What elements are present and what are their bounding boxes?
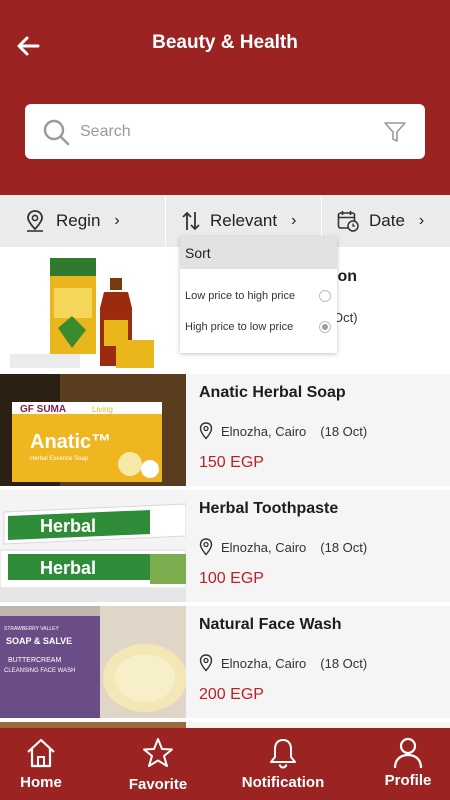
chevron-right-icon: › — [291, 212, 297, 229]
toothpaste-image: Herbal Herbal — [0, 490, 186, 602]
location-pin-icon — [199, 654, 213, 672]
star-icon — [143, 738, 173, 767]
calendar-clock-icon — [337, 211, 359, 232]
svg-text:STRAWBERRY VALLEY: STRAWBERRY VALLEY — [4, 626, 59, 632]
sort-filter-label: Relevant — [210, 211, 278, 230]
product-image: Herbal Herbal — [0, 490, 186, 602]
product-title: Anatic Herbal Soap — [199, 384, 346, 401]
home-icon — [27, 738, 55, 768]
nav-home[interactable]: Home — [0, 728, 96, 800]
sort-popup-title: Sort — [180, 237, 337, 269]
nav-favorite[interactable]: Favorite — [103, 728, 213, 800]
svg-text:Herbal Essence Soap: Herbal Essence Soap — [30, 456, 89, 462]
bell-icon — [270, 739, 296, 769]
product-location: Elnozha, Cairo — [221, 423, 307, 439]
search-bar — [25, 104, 425, 159]
svg-text:BUTTERCREAM: BUTTERCREAM — [8, 657, 61, 664]
svg-text:Herbal: Herbal — [40, 516, 96, 536]
product-price: 100 EGP — [199, 570, 264, 587]
chevron-right-icon: › — [418, 212, 425, 229]
product-title: Herbal Toothpaste — [199, 500, 339, 517]
date-filter-label: Date — [369, 211, 405, 230]
product-price: 200 EGP — [199, 686, 264, 703]
product-location: Elnozha, Cairo — [221, 539, 307, 555]
radio-button-selected[interactable] — [319, 321, 331, 333]
date-filter[interactable]: Date › — [337, 195, 424, 247]
face-wash-image: STRAWBERRY VALLEY SOAP & SALVE BUTTERCRE… — [0, 606, 186, 718]
svg-text:Living: Living — [92, 405, 113, 414]
product-price: 150 EGP — [199, 454, 264, 471]
search-input[interactable] — [80, 104, 370, 159]
nav-notification-label: Notification — [241, 774, 325, 791]
search-icon — [43, 119, 70, 146]
region-filter-label: Regin — [56, 211, 101, 230]
product-meta: Elnozha, Cairo (18 Oct) — [199, 654, 367, 672]
product-title: Natural Face Wash — [199, 616, 342, 633]
region-filter[interactable]: Regin › — [24, 195, 120, 247]
nav-home-label: Home — [20, 774, 62, 791]
product-date: (18 Oct) — [320, 539, 368, 555]
product-image — [0, 258, 186, 370]
map-pin-icon — [27, 210, 43, 232]
chevron-right-icon: › — [114, 212, 120, 229]
product-location: Elnozha, Cairo — [221, 655, 307, 671]
sort-option-high-low[interactable]: High price to low price — [180, 315, 337, 339]
product-card[interactable]: GF SUMA Living Anatic™ Herbal Essence So… — [0, 374, 450, 486]
sort-popup: Sort Low price to high price High price … — [180, 237, 337, 353]
product-image: STRAWBERRY VALLEY SOAP & SALVE BUTTERCRE… — [0, 606, 186, 718]
sort-arrows-icon — [182, 211, 200, 231]
page-title: Beauty & Health — [152, 32, 298, 53]
user-icon — [393, 737, 423, 769]
product-meta: Elnozha, Cairo (18 Oct) — [199, 538, 367, 556]
product-date: (18 Oct) — [320, 423, 368, 439]
bottom-nav: Home Favorite Notification Profile — [0, 728, 450, 800]
svg-text:Herbal: Herbal — [40, 558, 96, 578]
app-header: Beauty & Health — [0, 0, 450, 195]
radio-button[interactable] — [319, 290, 331, 302]
product-image: GF SUMA Living Anatic™ Herbal Essence So… — [0, 374, 186, 486]
nav-profile[interactable]: Profile — [353, 728, 450, 800]
svg-text:Anatic™: Anatic™ — [30, 431, 111, 453]
sort-option-label: High price to low price — [185, 321, 294, 333]
nav-favorite-label: Favorite — [128, 776, 188, 793]
product-card[interactable]: STRAWBERRY VALLEY SOAP & SALVE BUTTERCRE… — [0, 606, 450, 718]
sort-option-low-high[interactable]: Low price to high price — [180, 284, 337, 308]
svg-text:GF SUMA: GF SUMA — [20, 404, 66, 415]
sort-option-label: Low price to high price — [185, 290, 296, 302]
location-pin-icon — [199, 422, 213, 440]
herbal-kit-image — [10, 258, 154, 368]
divider — [165, 195, 166, 247]
nav-notification[interactable]: Notification — [228, 728, 338, 800]
filter-funnel-icon[interactable] — [383, 120, 407, 144]
nav-profile-label: Profile — [384, 772, 432, 789]
svg-text:CLEANSING FACE WASH: CLEANSING FACE WASH — [4, 668, 75, 674]
product-date: (18 Oct) — [320, 655, 368, 671]
location-pin-icon — [199, 538, 213, 556]
product-card[interactable]: Herbal Herbal Herbal Toothpaste Elnozha,… — [0, 490, 450, 602]
svg-text:SOAP & SALVE: SOAP & SALVE — [6, 636, 72, 646]
product-meta: Elnozha, Cairo (18 Oct) — [199, 422, 367, 440]
anatic-soap-image: GF SUMA Living Anatic™ Herbal Essence So… — [0, 374, 186, 486]
